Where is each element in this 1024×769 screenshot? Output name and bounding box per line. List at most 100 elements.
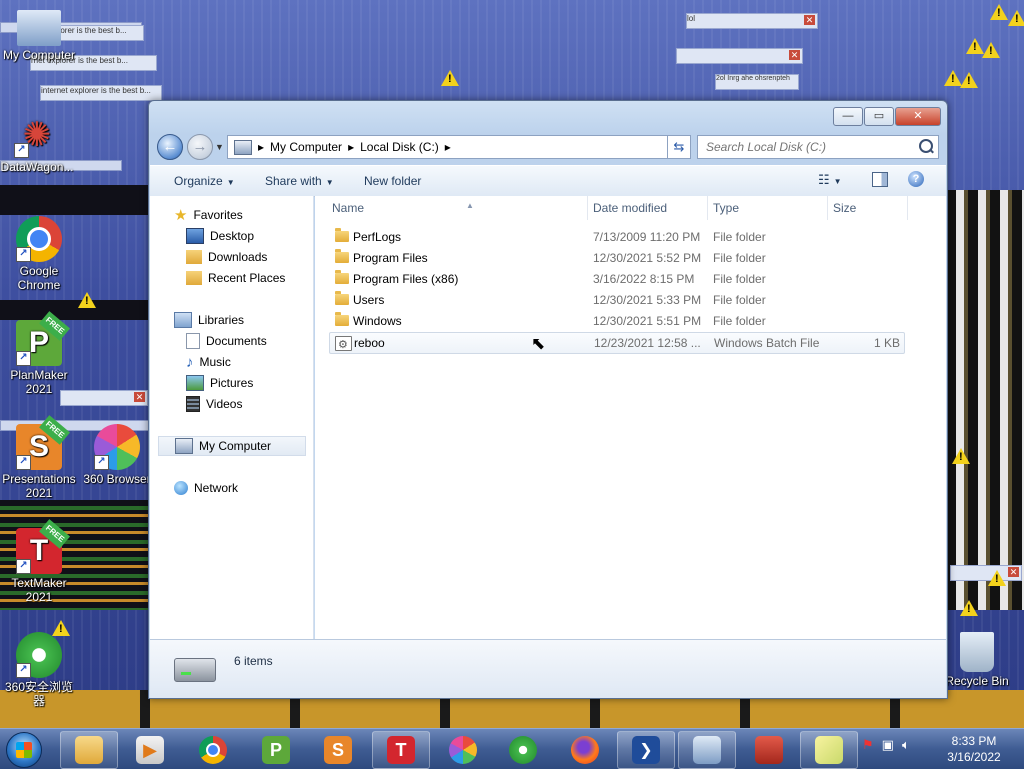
desktop-icon-planmaker[interactable]: P FREE ↗ PlanMaker 2021 bbox=[2, 311, 76, 396]
chrome-icon bbox=[199, 736, 227, 764]
minimize-button[interactable]: — bbox=[833, 107, 863, 126]
address-bar[interactable]: ▸ My Computer ▸ Local Disk (C:) ▸ ▼ bbox=[227, 135, 691, 159]
nav-label: My Computer bbox=[199, 439, 272, 453]
nav-label: Desktop bbox=[210, 229, 255, 243]
file-row[interactable]: Windows 12/30/2021 5:51 PM File folder bbox=[329, 311, 903, 331]
recent-places-icon bbox=[186, 271, 202, 285]
taskbar-planmaker[interactable]: P bbox=[247, 731, 305, 769]
close-button[interactable]: ✕ bbox=[895, 107, 941, 126]
change-view-button[interactable]: ☷ ▼ bbox=[818, 172, 842, 188]
chevron-down-icon: ▼ bbox=[325, 178, 334, 187]
search-box[interactable] bbox=[697, 135, 939, 159]
warning-icon bbox=[960, 600, 978, 616]
new-folder-button[interactable]: New folder bbox=[364, 174, 421, 188]
clock[interactable]: 8:33 PM 3/16/2022 bbox=[930, 733, 1018, 765]
help-button[interactable]: ? bbox=[908, 171, 924, 187]
taskbar-explorer[interactable] bbox=[60, 731, 118, 769]
chevron-right-icon[interactable]: ▸ bbox=[348, 140, 354, 154]
refresh-button[interactable]: ⇆ bbox=[667, 135, 691, 159]
nav-libraries[interactable]: Libraries bbox=[174, 310, 244, 330]
action-center-warning-icon[interactable]: ⚑ bbox=[862, 737, 874, 753]
taskbar-sticky-notes[interactable] bbox=[800, 731, 858, 769]
desktop-icon-recycle-bin[interactable]: Recycle Bin bbox=[940, 632, 1014, 688]
file-row[interactable]: Program Files 12/30/2021 5:52 PM File fo… bbox=[329, 248, 903, 268]
folder-icon bbox=[335, 312, 349, 326]
file-type: File folder bbox=[713, 314, 766, 328]
desktop-icon-360-browser[interactable]: ↗ 360 Browser bbox=[80, 424, 154, 486]
warning-icon bbox=[441, 70, 459, 86]
breadcrumb-my-computer[interactable]: My Computer bbox=[270, 140, 342, 154]
desktop-icon-label: TextMaker 2021 bbox=[11, 576, 67, 604]
clock-date: 3/16/2022 bbox=[947, 750, 1001, 764]
desktop-icon-my-computer[interactable]: My Computer bbox=[2, 10, 76, 62]
shortcut-arrow-icon: ↗ bbox=[16, 663, 31, 678]
glitch-text: internet explorer is the best b... bbox=[41, 86, 151, 95]
taskbar-textmaker[interactable]: T bbox=[372, 731, 430, 769]
nav-label: Libraries bbox=[198, 313, 245, 327]
nav-downloads[interactable]: Downloads bbox=[186, 247, 267, 267]
nav-recent-places[interactable]: Recent Places bbox=[186, 268, 285, 288]
taskbar-presentations[interactable]: S bbox=[309, 731, 367, 769]
start-button[interactable] bbox=[6, 732, 42, 768]
nav-favorites[interactable]: ★ Favorites bbox=[174, 205, 243, 225]
warning-icon bbox=[990, 4, 1008, 20]
column-header-size[interactable]: Size bbox=[828, 196, 908, 220]
file-size: 1 KB bbox=[873, 336, 900, 350]
forward-button[interactable]: → bbox=[187, 134, 213, 160]
network-status-icon[interactable]: ▣ bbox=[882, 737, 894, 753]
nav-videos[interactable]: Videos bbox=[186, 394, 242, 414]
desktop-icon-datawagon[interactable]: ✺ ↗ DataWagon... bbox=[0, 112, 74, 174]
nav-music[interactable]: ♪ Music bbox=[186, 352, 231, 372]
taskbar-360-safe-browser[interactable] bbox=[494, 731, 552, 769]
taskbar-chrome[interactable] bbox=[184, 731, 242, 769]
glitch-text: 2ol Inrg ahe ohsrenpteh bbox=[716, 75, 790, 82]
search-input[interactable] bbox=[704, 138, 908, 156]
taskbar-360-browser[interactable] bbox=[434, 731, 492, 769]
desktop-icon-textmaker[interactable]: T FREE ↗ TextMaker 2021 bbox=[2, 519, 76, 604]
chevron-right-icon[interactable]: ▸ bbox=[258, 140, 264, 154]
file-row[interactable]: Users 12/30/2021 5:33 PM File folder bbox=[329, 290, 903, 310]
planmaker-icon: P FREE ↗ bbox=[16, 311, 70, 366]
chrome-icon: ↗ bbox=[16, 216, 62, 262]
share-with-label: Share with bbox=[265, 174, 322, 188]
chevron-down-icon: ▼ bbox=[226, 178, 235, 187]
shortcut-arrow-icon: ↗ bbox=[14, 143, 29, 158]
back-button[interactable]: ← bbox=[157, 134, 183, 160]
chevron-right-icon[interactable]: ▸ bbox=[445, 140, 451, 154]
desktop-icon-label: My Computer bbox=[2, 48, 76, 62]
taskbar-media-player[interactable]: ▶ bbox=[121, 731, 179, 769]
360-safe-browser-icon bbox=[509, 736, 537, 764]
nav-my-computer[interactable]: My Computer bbox=[158, 436, 306, 456]
file-name: Users bbox=[353, 293, 385, 307]
taskbar-toolbox[interactable] bbox=[740, 731, 798, 769]
system-tray: ⚑ ▣ 🔈︎ bbox=[862, 737, 910, 753]
nav-pictures[interactable]: Pictures bbox=[186, 373, 253, 393]
desktop-icon-presentations[interactable]: S FREE ↗ Presentations 2021 bbox=[2, 415, 76, 500]
file-row[interactable]: Program Files (x86) 3/16/2022 8:15 PM Fi… bbox=[329, 269, 903, 289]
nav-desktop[interactable]: Desktop bbox=[186, 226, 254, 246]
organize-button[interactable]: Organize ▼ bbox=[174, 174, 235, 188]
file-row[interactable]: reboo 12/23/2021 12:58 ... Windows Batch… bbox=[329, 332, 905, 355]
file-date: 3/16/2022 8:15 PM bbox=[593, 272, 695, 286]
preview-pane-button[interactable] bbox=[872, 172, 888, 187]
nav-documents[interactable]: Documents bbox=[186, 331, 267, 351]
maximize-button[interactable]: ▭ bbox=[864, 107, 894, 126]
volume-icon[interactable]: 🔈︎ bbox=[902, 737, 910, 753]
column-header-date[interactable]: Date modified bbox=[588, 196, 708, 220]
glitch-artifact: internet explorer is the best b... bbox=[40, 85, 162, 101]
taskbar-powershell[interactable]: ❯ bbox=[617, 731, 675, 769]
column-header-type[interactable]: Type bbox=[708, 196, 828, 220]
nav-network[interactable]: Network bbox=[174, 478, 238, 498]
desktop-icon-google-chrome[interactable]: ↗ Google Chrome bbox=[2, 216, 76, 292]
breadcrumb-local-disk[interactable]: Local Disk (C:) bbox=[360, 140, 439, 154]
taskbar-control-panel[interactable] bbox=[678, 731, 736, 769]
chrome-center-icon bbox=[206, 743, 220, 757]
column-header-name[interactable]: Name ▲ bbox=[327, 196, 588, 220]
360-safe-browser-icon: ↗ bbox=[16, 632, 62, 678]
search-icon[interactable] bbox=[919, 139, 933, 153]
taskbar-firefox[interactable] bbox=[556, 731, 614, 769]
desktop-icon-360-safe-browser[interactable]: ↗ 360安全浏览器 bbox=[2, 632, 76, 708]
recent-pages-dropdown[interactable]: ▼ bbox=[215, 142, 224, 152]
share-with-button[interactable]: Share with ▼ bbox=[265, 174, 334, 188]
file-row[interactable]: PerfLogs 7/13/2009 11:20 PM File folder bbox=[329, 227, 903, 247]
